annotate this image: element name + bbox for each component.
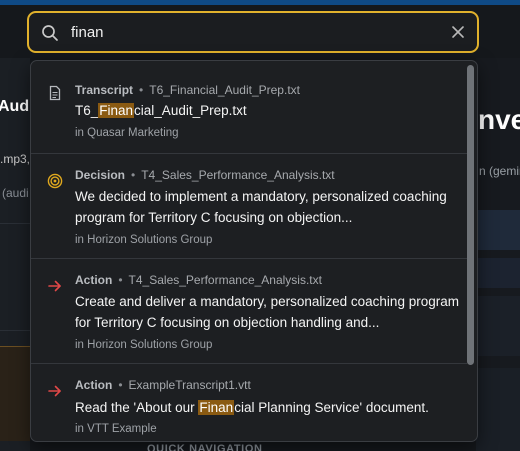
arrow-right-icon (48, 280, 61, 292)
background-left-file: .mp3, (0, 152, 30, 166)
title-text: T6_ (75, 103, 99, 118)
separator-dot: • (131, 168, 136, 182)
result-kind: Action (75, 273, 113, 287)
background-right-card (476, 258, 520, 288)
background-right-title: nve (478, 104, 520, 135)
background-left-title: Audi (0, 98, 30, 115)
result-source-file: T6_Financial_Audit_Prep.txt (149, 83, 300, 97)
result-title: We decided to implement a mandatory, per… (75, 189, 447, 225)
background-divider (0, 223, 30, 224)
separator-dot: • (118, 273, 123, 287)
title-text: cial_Audit_Prep.txt (134, 103, 247, 118)
arrow-right-icon (48, 385, 61, 397)
quick-navigation-heading: QUICK NAVIGATION (147, 443, 263, 451)
document-icon (49, 85, 61, 101)
result-header: Transcript • T6_Financial_Audit_Prep.txt (75, 83, 300, 97)
search-result-item[interactable]: Action • T4_Sales_Performance_Analysis.txt… (31, 259, 467, 364)
background-right-card (476, 210, 520, 250)
result-header: Action • T4_Sales_Performance_Analysis.txt (75, 273, 322, 287)
background-right-panel: nve n (gemin (476, 58, 520, 451)
result-header: Action • ExampleTranscript1.vtt (75, 378, 251, 392)
result-title: Read the 'About our Financial Planning S… (75, 397, 460, 418)
result-kind: Action (75, 378, 113, 392)
results-scrollbar[interactable] (467, 65, 474, 365)
title-text: cial Planning Service' document. (234, 400, 429, 415)
background-divider (0, 330, 30, 331)
background-right-card (476, 296, 520, 356)
result-title: T6_Financial_Audit_Prep.txt (75, 100, 460, 121)
result-source-file: T4_Sales_Performance_Analysis.txt (141, 168, 335, 182)
result-organization: in Horizon Solutions Group (75, 234, 213, 246)
background-left-meta: (audi (2, 186, 29, 200)
search-result-item[interactable]: Decision • T4_Sales_Performance_Analysis.t… (31, 154, 467, 259)
background-selected-card (0, 346, 30, 441)
search-result-item[interactable]: Transcript • T6_Financial_Audit_Prep.txt T… (31, 61, 467, 154)
search-results-list: Transcript • T6_Financial_Audit_Prep.txt T… (31, 61, 467, 441)
search-icon (42, 25, 58, 41)
match-highlight: Finan (198, 400, 235, 415)
search-results-dropdown: Transcript • T6_Financial_Audit_Prep.txt T… (30, 60, 478, 442)
result-organization: in Quasar Marketing (75, 127, 179, 139)
target-icon (47, 173, 63, 189)
result-organization: in Horizon Solutions Group (75, 339, 213, 351)
result-source-file: T4_Sales_Performance_Analysis.txt (128, 273, 322, 287)
result-title: Create and deliver a mandatory, personal… (75, 294, 459, 330)
background-right-meta: n (gemin (479, 164, 520, 178)
background-left-panel: Audi .mp3, (audi (0, 58, 30, 451)
result-kind: Decision (75, 168, 126, 182)
top-accent-strip (0, 0, 520, 5)
title-text: Read the 'About our (75, 400, 199, 415)
global-search-bar[interactable] (27, 11, 479, 53)
separator-dot: • (118, 378, 123, 392)
clear-search-icon[interactable] (451, 25, 465, 39)
result-header: Decision • T4_Sales_Performance_Analysis.t… (75, 168, 335, 182)
result-source-file: ExampleTranscript1.vtt (128, 378, 251, 392)
result-organization: in VTT Example (75, 423, 157, 435)
result-kind: Transcript (75, 83, 134, 97)
search-input[interactable] (71, 21, 431, 43)
search-result-item[interactable]: Action • ExampleTranscript1.vtt Read the '… (31, 364, 467, 441)
background-right-card (476, 368, 520, 451)
separator-dot: • (139, 83, 144, 97)
match-highlight: Finan (98, 103, 135, 118)
